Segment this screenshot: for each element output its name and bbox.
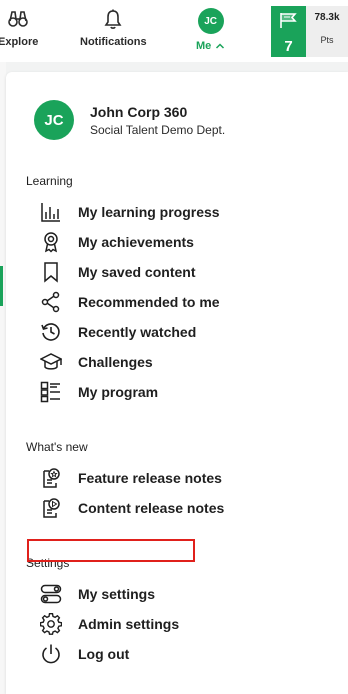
share-icon (40, 291, 62, 313)
nav-notifications[interactable]: Notifications (80, 8, 147, 48)
nav-explore[interactable]: Explore (0, 8, 38, 48)
bell-icon (102, 8, 124, 30)
menu-item-my-settings[interactable]: My settings (40, 582, 155, 606)
menu-item-label: Recommended to me (78, 294, 220, 310)
checklist-icon (40, 381, 62, 403)
top-navigation-bar: Explore Notifications JC Me 7 78.3k Pts (0, 0, 348, 62)
nav-me-text: Me (196, 40, 212, 52)
menu-item-recently-watched[interactable]: Recently watched (40, 320, 196, 344)
nav-me-label: Me (196, 40, 225, 52)
profile-department: Social Talent Demo Dept. (90, 122, 226, 137)
menu-item-recommended-to-me[interactable]: Recommended to me (40, 290, 220, 314)
menu-item-label: My settings (78, 586, 156, 602)
flag-icon (278, 11, 300, 34)
menu-item-label: Feature release notes (78, 470, 222, 486)
history-icon (40, 321, 62, 343)
profile-header: JC John Corp 360 Social Talent Demo Dept… (34, 100, 225, 140)
content-notes-icon (40, 497, 62, 519)
toggle-icon (40, 583, 62, 605)
menu-item-content-release-notes[interactable]: Content release notes (40, 496, 224, 520)
me-dropdown-menu: JC John Corp 360 Social Talent Demo Dept… (6, 72, 348, 694)
bookmark-icon (40, 261, 62, 283)
menu-item-my-learning-progress[interactable]: My learning progress (40, 200, 220, 224)
menu-item-label: My learning progress (78, 204, 220, 220)
menu-item-my-program[interactable]: My program (40, 380, 158, 404)
chevron-up-icon (215, 42, 225, 50)
menu-item-admin-settings[interactable]: Admin settings (40, 612, 179, 636)
release-notes-icon (40, 467, 62, 489)
nav-me[interactable]: JC Me (196, 8, 225, 52)
section-title-whats-new: What's new (26, 440, 88, 454)
level-badge[interactable]: 7 (271, 6, 306, 57)
points-value: 78.3k (314, 12, 340, 23)
nav-explore-label: Explore (0, 36, 39, 48)
menu-item-label: My program (78, 384, 159, 400)
menu-item-challenges[interactable]: Challenges (40, 350, 153, 374)
points-box[interactable]: 78.3k Pts (306, 6, 348, 57)
menu-item-my-saved-content[interactable]: My saved content (40, 260, 195, 284)
menu-item-label: Content release notes (78, 500, 225, 516)
avatar: JC (34, 100, 74, 140)
nav-notifications-label: Notifications (80, 36, 147, 48)
background-accent-bar (0, 266, 3, 306)
power-icon (40, 643, 62, 665)
section-title-learning: Learning (26, 174, 73, 188)
menu-item-label: Log out (78, 646, 130, 662)
avatar: JC (197, 8, 224, 34)
graduation-cap-icon (40, 351, 62, 373)
admin-settings-highlight-box (27, 539, 195, 562)
menu-item-feature-release-notes[interactable]: Feature release notes (40, 466, 222, 490)
menu-item-my-achievements[interactable]: My achievements (40, 230, 194, 254)
menu-item-label: Recently watched (78, 324, 197, 340)
menu-item-label: My achievements (78, 234, 194, 250)
level-number: 7 (284, 38, 293, 55)
profile-text: John Corp 360 Social Talent Demo Dept. (90, 104, 225, 137)
menu-item-log-out[interactable]: Log out (40, 642, 129, 666)
profile-name: John Corp 360 (90, 103, 188, 120)
menu-item-label: Admin settings (78, 616, 180, 632)
menu-item-label: Challenges (78, 354, 153, 370)
points-label: Pts (320, 35, 334, 45)
award-icon (40, 231, 62, 253)
menu-item-label: My saved content (78, 264, 196, 280)
bar-chart-icon (40, 201, 62, 223)
gear-icon (40, 613, 62, 635)
binoculars-icon (7, 8, 29, 30)
